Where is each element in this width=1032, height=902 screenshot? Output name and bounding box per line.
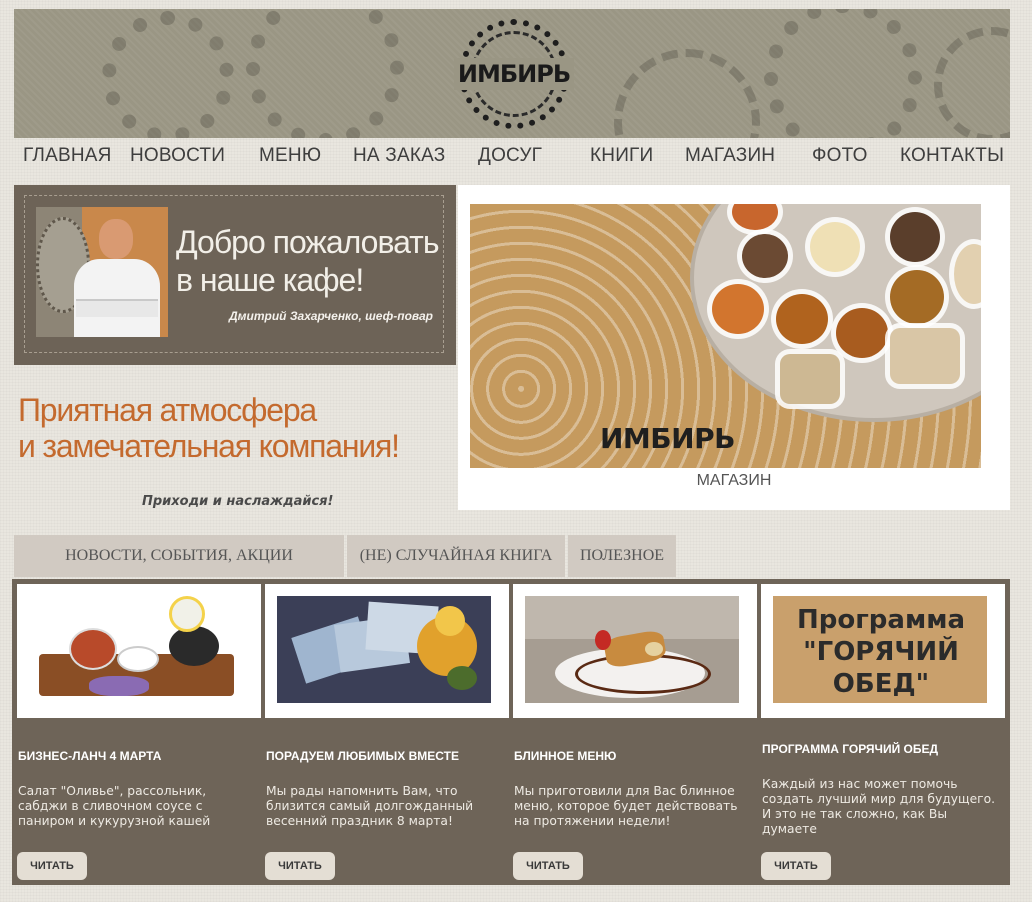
tagline: Приятная атмосфера и замечательная компа… bbox=[18, 392, 448, 464]
welcome-title: Добро пожаловать в наше кафе! bbox=[176, 223, 446, 299]
card-image-frame bbox=[265, 584, 509, 718]
banner-ornament bbox=[614, 49, 760, 138]
news-card: БИЗНЕС-ЛАНЧ 4 МАРТА Салат "Оливье", расс… bbox=[12, 579, 261, 885]
shop-card[interactable]: ИМБИРЬ МАГАЗИН bbox=[458, 185, 1010, 510]
card-title[interactable]: ПРОГРАММА ГОРЯЧИЙ ОБЕД bbox=[762, 742, 998, 756]
read-button[interactable]: ЧИТАТЬ bbox=[17, 852, 87, 880]
nav-item-news[interactable]: НОВОСТИ bbox=[130, 145, 225, 167]
card-text: Каждый из нас может помочь создать лучши… bbox=[762, 777, 996, 836]
banner-ornament bbox=[764, 9, 922, 138]
tab-useful[interactable]: ПОЛЕЗНОЕ bbox=[568, 535, 676, 577]
hot-lunch-image-text: Программа "ГОРЯЧИЙ ОБЕД" bbox=[796, 605, 966, 699]
card-image-tea[interactable] bbox=[29, 596, 243, 703]
header-banner: ИМБИРЬ bbox=[14, 9, 1010, 138]
welcome-title-line1: Добро пожаловать bbox=[176, 224, 440, 260]
nav-item-shop[interactable]: МАГАЗИН bbox=[685, 145, 775, 167]
logo-text: ИМБИРЬ bbox=[453, 58, 575, 90]
card-image-frame bbox=[17, 584, 261, 718]
shop-caption[interactable]: МАГАЗИН bbox=[458, 472, 1010, 490]
banner-ornament bbox=[934, 27, 1010, 138]
nav-item-books[interactable]: КНИГИ bbox=[590, 145, 653, 167]
card-image-vouchers[interactable] bbox=[277, 596, 491, 703]
card-text: Мы приготовили для Вас блинное меню, кот… bbox=[514, 784, 738, 828]
card-image-frame: Программа "ГОРЯЧИЙ ОБЕД" bbox=[761, 584, 1005, 718]
card-title[interactable]: ПОРАДУЕМ ЛЮБИМЫХ ВМЕСТЕ bbox=[266, 749, 502, 763]
card-text: Мы рады напомнить Вам, что близится самы… bbox=[266, 784, 474, 828]
nav-item-menu[interactable]: МЕНЮ bbox=[259, 145, 321, 167]
read-button[interactable]: ЧИТАТЬ bbox=[513, 852, 583, 880]
banner-ornament bbox=[102, 11, 234, 138]
tab-news-events[interactable]: НОВОСТИ, СОБЫТИЯ, АКЦИИ bbox=[14, 535, 344, 577]
nav-item-leisure[interactable]: ДОСУГ bbox=[478, 145, 542, 167]
card-image-hot-lunch[interactable]: Программа "ГОРЯЧИЙ ОБЕД" bbox=[773, 596, 987, 703]
read-button[interactable]: ЧИТАТЬ bbox=[265, 852, 335, 880]
news-card: БЛИННОЕ МЕНЮ Мы приготовили для Вас блин… bbox=[508, 579, 757, 885]
shop-image-brand: ИМБИРЬ bbox=[600, 422, 735, 455]
banner-ornament bbox=[246, 9, 404, 138]
chef-photo bbox=[36, 207, 168, 337]
tagline-line1: Приятная атмосфера bbox=[18, 392, 317, 428]
nav-item-order[interactable]: НА ЗАКАЗ bbox=[353, 145, 445, 167]
news-card: ПОРАДУЕМ ЛЮБИМЫХ ВМЕСТЕ Мы рады напомнит… bbox=[260, 579, 509, 885]
site-logo[interactable]: ИМБИРЬ bbox=[453, 19, 575, 129]
nav-item-contacts[interactable]: КОНТАКТЫ bbox=[900, 145, 1004, 167]
welcome-title-line2: в наше кафе! bbox=[176, 262, 364, 298]
main-nav: ГЛАВНАЯ НОВОСТИ МЕНЮ НА ЗАКАЗ ДОСУГ КНИГ… bbox=[14, 145, 1014, 177]
motto: Приходи и наслаждайся! bbox=[142, 494, 334, 509]
tagline-line2: и замечательная компания! bbox=[18, 428, 400, 464]
nav-item-home[interactable]: ГЛАВНАЯ bbox=[23, 145, 112, 167]
welcome-signature: Дмитрий Захарченко, шеф-повар bbox=[228, 309, 433, 323]
shop-image[interactable]: ИМБИРЬ bbox=[470, 204, 981, 468]
news-card: Программа "ГОРЯЧИЙ ОБЕД" ПРОГРАММА ГОРЯЧ… bbox=[756, 579, 1005, 885]
card-image-pancakes[interactable] bbox=[525, 596, 739, 703]
card-title[interactable]: БИЗНЕС-ЛАНЧ 4 МАРТА bbox=[18, 749, 254, 763]
card-text: Салат "Оливье", рассольник, сабджи в сли… bbox=[18, 784, 211, 828]
card-image-frame bbox=[513, 584, 757, 718]
card-title[interactable]: БЛИННОЕ МЕНЮ bbox=[514, 749, 750, 763]
news-cards-panel: БИЗНЕС-ЛАНЧ 4 МАРТА Салат "Оливье", расс… bbox=[12, 579, 1010, 885]
nav-item-photo[interactable]: ФОТО bbox=[812, 145, 868, 167]
welcome-box: Добро пожаловать в наше кафе! Дмитрий За… bbox=[14, 185, 456, 365]
read-button[interactable]: ЧИТАТЬ bbox=[761, 852, 831, 880]
tab-random-book[interactable]: (НЕ) СЛУЧАЙНАЯ КНИГА bbox=[347, 535, 565, 577]
